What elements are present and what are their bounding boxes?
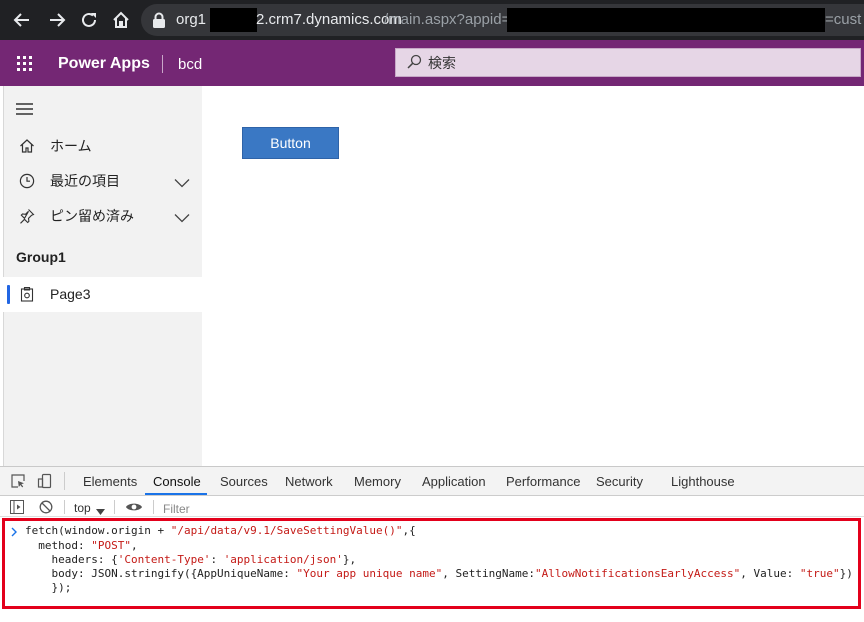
tab-console[interactable]: Console [153, 474, 201, 490]
app-title[interactable]: Power Apps [58, 54, 150, 74]
devtools-separator [114, 500, 115, 514]
devtools-separator [64, 472, 65, 490]
tab-elements[interactable]: Elements [83, 474, 137, 490]
home-icon [19, 138, 35, 154]
console-code-line: headers: {'Content-Type': 'application/j… [25, 553, 357, 566]
tab-sources[interactable]: Sources [220, 474, 268, 490]
chevron-down-icon[interactable] [174, 210, 190, 223]
tab-application[interactable]: Application [422, 474, 486, 490]
clock-icon [19, 173, 35, 189]
sidebar-group-label: Group1 [16, 249, 66, 265]
pin-icon [19, 208, 35, 224]
lock-icon[interactable] [152, 12, 166, 28]
devtools-separator [64, 500, 65, 514]
tab-performance[interactable]: Performance [506, 474, 580, 490]
active-tab-indicator [145, 493, 207, 495]
sidebar-item-home[interactable]: ホーム [3, 129, 202, 163]
console-code-line: fetch(window.origin + "/api/data/v9.1/Sa… [25, 524, 416, 537]
app-name[interactable]: bcd [178, 56, 202, 74]
hamburger-menu-icon[interactable] [16, 102, 34, 116]
header-divider [162, 55, 163, 73]
sidebar-item-label: Page3 [50, 286, 91, 302]
clear-console-icon[interactable] [39, 500, 53, 514]
search-input[interactable] [395, 48, 861, 77]
chevron-down-icon[interactable] [174, 175, 190, 188]
sidebar-item-pinned[interactable]: ピン留め済み [3, 199, 202, 233]
selected-indicator [7, 285, 10, 304]
sidebar-item-page3[interactable]: Page3 [3, 277, 202, 312]
reload-icon[interactable] [78, 9, 100, 31]
inspect-element-icon[interactable] [10, 473, 26, 489]
search-icon [406, 54, 422, 70]
sidebar-item-label: 最近の項目 [50, 173, 120, 189]
tab-lighthouse[interactable]: Lighthouse [671, 474, 735, 490]
console-code-line: method: "POST", [25, 539, 138, 552]
main-button[interactable]: Button [242, 127, 339, 159]
context-selector[interactable]: top [74, 501, 91, 515]
devtools-separator [153, 500, 154, 514]
dropdown-arrow-icon[interactable] [96, 503, 105, 515]
sidebar-item-recent[interactable]: 最近の項目 [3, 164, 202, 198]
url-host-suffix: 2.crm7.dynamics.com [256, 11, 402, 28]
sidebar-item-label: ホーム [50, 138, 92, 154]
home-browser-icon[interactable] [110, 9, 132, 31]
console-code-line: }); [25, 581, 72, 594]
sidebar-item-label: ピン留め済み [50, 208, 134, 224]
device-toolbar-icon[interactable] [37, 473, 53, 489]
forward-arrow-icon[interactable] [46, 9, 68, 31]
tab-memory[interactable]: Memory [354, 474, 401, 490]
page-icon [19, 286, 35, 302]
sidebar-toggle-icon[interactable] [10, 500, 24, 514]
console-prompt-icon [10, 525, 20, 537]
search-placeholder: 検索 [428, 55, 456, 71]
console-code-line: body: JSON.stringify({AppUniqueName: "Yo… [25, 567, 853, 580]
redaction-block [210, 8, 257, 32]
url-path: /main.aspx?appid=1 [384, 11, 519, 28]
app-launcher-icon[interactable] [16, 55, 34, 73]
tab-security[interactable]: Security [596, 474, 643, 490]
tab-network[interactable]: Network [285, 474, 333, 490]
back-arrow-icon[interactable] [11, 9, 33, 31]
redaction-block [507, 8, 825, 32]
url-host-prefix: org1 [176, 11, 207, 28]
url-tail: =cust [825, 11, 862, 28]
eye-icon[interactable] [125, 500, 143, 514]
console-filter-input[interactable]: Filter [163, 502, 190, 516]
